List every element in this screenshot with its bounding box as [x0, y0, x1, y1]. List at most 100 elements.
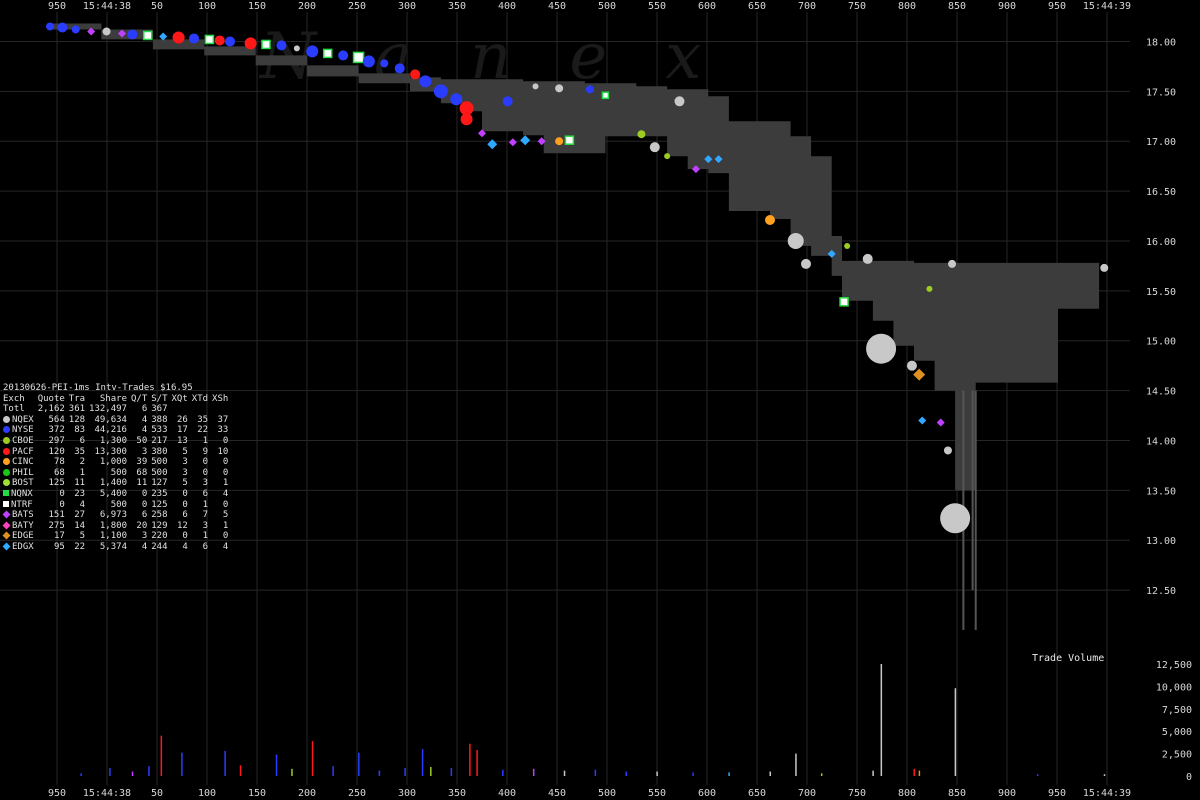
trade-marker-nqex: [801, 258, 811, 269]
x-tick-label-top: 350: [448, 1, 466, 12]
x-tick-label-top: 600: [698, 1, 716, 12]
stats-cell: 6: [141, 404, 148, 415]
price-tick-label: 14.50: [1146, 387, 1176, 398]
volume-tick-label: 0: [1186, 772, 1192, 783]
x-tick-label-top: 15:44:38: [83, 1, 131, 12]
trade-marker-nyse: [433, 84, 448, 99]
trade-marker-nqnx: [839, 297, 849, 307]
volume-tick-label: 2,500: [1162, 750, 1192, 761]
x-tick-label-bottom: 850: [948, 788, 966, 799]
trade-marker-bats: [508, 138, 517, 147]
stats-cell: 258: [151, 510, 168, 521]
stats-column-header: Exch: [3, 393, 25, 404]
trade-marker-nyse: [189, 33, 199, 44]
stats-cell: 151: [48, 510, 65, 521]
stats-cell: EDGE: [2, 531, 36, 542]
volume-bar: [160, 735, 163, 776]
stats-cell: 1: [202, 435, 209, 446]
stats-cell: 9: [202, 446, 209, 457]
trade-marker-nyse: [57, 22, 68, 33]
stats-cell: 3: [182, 457, 188, 468]
stats-cell: 39: [136, 457, 148, 468]
stats-cell: 1,400: [99, 478, 127, 489]
trade-marker-pacf: [244, 37, 257, 50]
trade-marker-nqex: [649, 142, 660, 153]
stats-cell: NTRF: [3, 500, 36, 511]
stats-row-cboe: CBOE 297 6 1,300 50 217 13 1 0: [3, 436, 230, 447]
trade-marker-nqnx: [142, 30, 153, 41]
trade-marker-nqex: [862, 253, 873, 264]
trade-marker-cboe: [664, 153, 671, 160]
x-axis-bottom: 950 15:44:38 50 100 150 200 250 300 350 400 450 500…: [48, 788, 1131, 799]
trade-marker-nqnx: [601, 91, 610, 100]
stats-column-header: Quote: [37, 393, 65, 404]
stats-cell: 3: [182, 467, 188, 478]
stats-cell: 22: [74, 541, 86, 552]
volume-bar: [728, 772, 730, 776]
exchange-stats-panel: 20130626-PEI-1ms Intv-Trades $16.95 Exch…: [2, 383, 230, 553]
x-tick-label-bottom: 200: [298, 788, 316, 799]
stats-cell: 68: [53, 467, 65, 478]
legend-marker-diamond-icon: [2, 531, 11, 540]
trade-marker-nqnx: [564, 135, 575, 145]
stats-cell: [210, 404, 230, 415]
stats-cell: EDGX: [2, 542, 36, 553]
volume-bar: [275, 754, 278, 776]
legend-marker-circle-icon: [3, 458, 10, 466]
x-tick-label-top: 450: [548, 1, 566, 12]
stats-cell: 68: [136, 467, 148, 478]
trade-marker-nqex: [940, 503, 971, 534]
volume-bar: [311, 741, 314, 776]
volume-bar: [378, 770, 381, 776]
stats-cell: 129: [151, 520, 168, 531]
x-tick-label-bottom: 450: [548, 788, 566, 799]
stats-column-header: XQt: [171, 393, 188, 404]
price-tick-label: 17.50: [1146, 87, 1176, 98]
volume-bar: [421, 749, 424, 776]
volume-bar: [625, 771, 627, 776]
stats-cell: 1,100: [99, 531, 127, 542]
stats-cell: 125: [151, 499, 168, 510]
trade-marker-nyse: [362, 55, 375, 68]
stats-cell: 235: [151, 488, 168, 499]
x-tick-label-top: 15:44:39: [1083, 1, 1131, 12]
trade-marker-edgx: [918, 416, 927, 425]
legend-marker-circle-icon: [3, 468, 10, 476]
price-tick-label: 14.00: [1146, 436, 1176, 447]
volume-bar: [532, 768, 535, 776]
stats-cell: 533: [151, 425, 168, 436]
stats-row-pacf: PACF 120 35 13,300 3 380 5 9 10: [3, 447, 230, 458]
trade-marker-nqex: [674, 96, 685, 107]
x-tick-label-top: 550: [648, 1, 666, 12]
x-tick-label-bottom: 15:44:38: [83, 788, 131, 799]
stats-cell: 0: [222, 457, 229, 468]
trade-marker-pacf: [460, 113, 473, 126]
stats-cell: 10: [217, 446, 229, 457]
trade-marker-nyse: [127, 29, 138, 40]
stats-cell: 0: [59, 488, 65, 499]
stats-cell: 26: [176, 414, 188, 425]
stats-column-header: Q/T: [130, 393, 148, 404]
x-tick-label-bottom: 350: [448, 788, 466, 799]
trade-marker-nyse: [380, 59, 389, 68]
stats-cell: 275: [48, 520, 65, 531]
x-tick-label-top: 950: [1048, 1, 1066, 12]
x-tick-label-top: 700: [798, 1, 816, 12]
stats-cell: 0: [182, 499, 188, 510]
volume-bar: [918, 770, 921, 776]
price-tick-label: 15.50: [1146, 287, 1176, 298]
stats-header-row: Exch Quote Tra Share Q/T S/T XQt XTd XSh: [3, 394, 230, 405]
x-tick-label-bottom: 15:44:39: [1083, 788, 1131, 799]
volume-bar: [181, 752, 183, 776]
volume-tick-label: 12,500: [1156, 660, 1192, 671]
stats-cell: NQEX: [3, 415, 36, 426]
trade-marker-nqex: [906, 360, 917, 371]
legend-marker-diamond-icon: [2, 510, 11, 519]
x-tick-label-bottom: 650: [748, 788, 766, 799]
x-tick-label-bottom: 750: [848, 788, 866, 799]
stats-cell: BATY: [2, 521, 36, 532]
x-tick-label-top: 250: [348, 1, 366, 12]
x-tick-label-top: 100: [198, 1, 216, 12]
volume-bar: [594, 769, 597, 776]
trade-marker-pacf: [172, 31, 185, 44]
